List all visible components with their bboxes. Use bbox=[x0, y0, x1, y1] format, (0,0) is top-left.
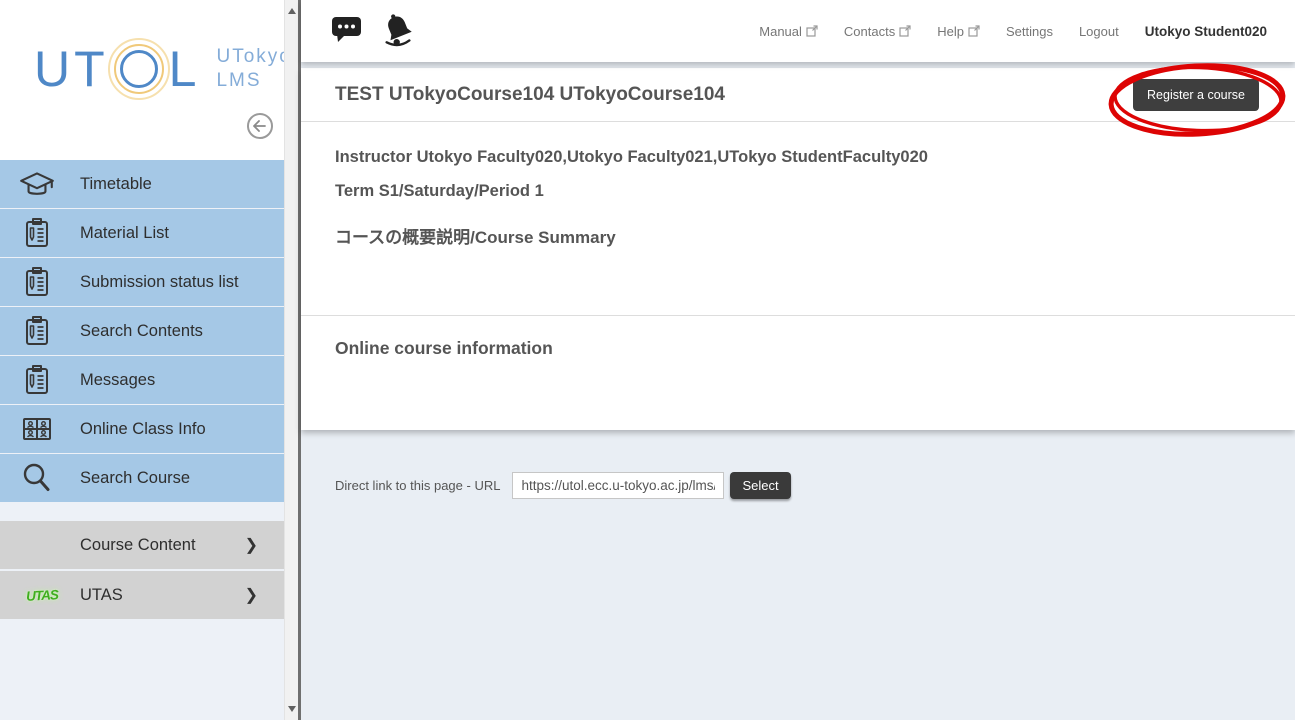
course-summary-heading: コースの概要説明/Course Summary bbox=[335, 223, 1261, 248]
arrow-left-circle-icon bbox=[246, 112, 274, 140]
direct-link-row: Direct link to this page - URL Select bbox=[301, 472, 1295, 499]
magnifier-icon bbox=[18, 460, 56, 496]
clipboard-icon bbox=[18, 264, 56, 300]
online-course-section: Online course information bbox=[301, 315, 1295, 430]
sidebar: UT L UTokyo LMS T bbox=[0, 0, 284, 720]
sidebar-item-label: Search Course bbox=[80, 469, 190, 488]
logo-o-glyph bbox=[113, 43, 165, 95]
clipboard-icon bbox=[18, 215, 56, 251]
external-link-icon bbox=[968, 25, 980, 37]
clipboard-icon bbox=[18, 313, 56, 349]
sidebar-group-course-content[interactable]: Course Content ❯ bbox=[0, 521, 284, 569]
sidebar-item-label: Material List bbox=[80, 224, 169, 243]
sidebar-item-label: Timetable bbox=[80, 175, 152, 194]
logo-text-ut: UT bbox=[34, 40, 109, 98]
logo-text-l: L bbox=[169, 40, 201, 98]
sidebar-item-material-list[interactable]: Material List bbox=[0, 209, 284, 257]
online-course-heading: Online course information bbox=[335, 338, 1261, 359]
nav-settings[interactable]: Settings bbox=[1006, 24, 1053, 39]
username-label: Utokyo Student020 bbox=[1145, 24, 1267, 39]
topbar: Manual Contacts Help Settings Logout Uto… bbox=[301, 0, 1295, 62]
external-link-icon bbox=[899, 25, 911, 37]
sidebar-item-online-class-info[interactable]: Online Class Info bbox=[0, 405, 284, 453]
sidebar-item-timetable[interactable]: Timetable bbox=[0, 160, 284, 208]
utol-logo: UT L UTokyo LMS bbox=[34, 40, 292, 98]
sidebar-collapse-button[interactable] bbox=[246, 112, 274, 140]
logo-tagline: UTokyo LMS bbox=[216, 45, 291, 93]
sidebar-scrollbar[interactable] bbox=[284, 0, 298, 720]
speech-bubble-icon[interactable] bbox=[331, 15, 363, 48]
sidebar-gap bbox=[0, 503, 284, 521]
sidebar-group-utas[interactable]: UTAS UTAS ❯ bbox=[0, 571, 284, 619]
sidebar-item-messages[interactable]: Messages bbox=[0, 356, 284, 404]
course-info-section: Instructor Utokyo Faculty020,Utokyo Facu… bbox=[301, 122, 1295, 315]
nav-manual[interactable]: Manual bbox=[759, 24, 818, 39]
chevron-right-icon: ❯ bbox=[245, 585, 258, 605]
direct-link-label: Direct link to this page - URL bbox=[335, 478, 500, 493]
main-area: Manual Contacts Help Settings Logout Uto… bbox=[301, 0, 1295, 720]
sidebar-item-label: Submission status list bbox=[80, 273, 239, 292]
chevron-right-icon: ❯ bbox=[245, 535, 258, 555]
course-card-header: TEST UTokyoCourse104 UTokyoCourse104 Reg… bbox=[301, 68, 1295, 122]
sidebar-group-label: Course Content bbox=[80, 536, 196, 555]
video-grid-icon bbox=[18, 411, 56, 447]
graduation-cap-icon bbox=[18, 167, 56, 201]
clipboard-icon bbox=[18, 362, 56, 398]
utas-logo-icon: UTAS bbox=[21, 580, 62, 610]
instructor-line: Instructor Utokyo Faculty020,Utokyo Facu… bbox=[335, 148, 1261, 167]
sidebar-item-label: Online Class Info bbox=[80, 420, 206, 439]
topbar-nav: Manual Contacts Help Settings Logout Uto… bbox=[759, 24, 1267, 39]
sidebar-item-search-contents[interactable]: Search Contents bbox=[0, 307, 284, 355]
scroll-down-arrow-icon[interactable] bbox=[288, 706, 296, 712]
course-title: TEST UTokyoCourse104 UTokyoCourse104 bbox=[335, 84, 725, 106]
select-button[interactable]: Select bbox=[730, 472, 790, 499]
register-course-button[interactable]: Register a course bbox=[1133, 79, 1259, 111]
scroll-up-arrow-icon[interactable] bbox=[288, 8, 296, 14]
external-link-icon bbox=[806, 25, 818, 37]
direct-link-url-input[interactable] bbox=[512, 472, 724, 499]
sidebar-group-label: UTAS bbox=[80, 586, 123, 605]
sidebar-item-submission-status[interactable]: Submission status list bbox=[0, 258, 284, 306]
sidebar-item-label: Search Contents bbox=[80, 322, 203, 341]
bell-icon[interactable] bbox=[379, 11, 417, 52]
nav-contacts[interactable]: Contacts bbox=[844, 24, 911, 39]
sidebar-item-search-course[interactable]: Search Course bbox=[0, 454, 284, 502]
sidebar-logo-block: UT L UTokyo LMS bbox=[0, 0, 284, 160]
course-card: TEST UTokyoCourse104 UTokyoCourse104 Reg… bbox=[301, 68, 1295, 430]
nav-logout[interactable]: Logout bbox=[1079, 24, 1119, 39]
term-line: Term S1/Saturday/Period 1 bbox=[335, 182, 1261, 201]
sidebar-item-label: Messages bbox=[80, 371, 155, 390]
nav-help[interactable]: Help bbox=[937, 24, 980, 39]
